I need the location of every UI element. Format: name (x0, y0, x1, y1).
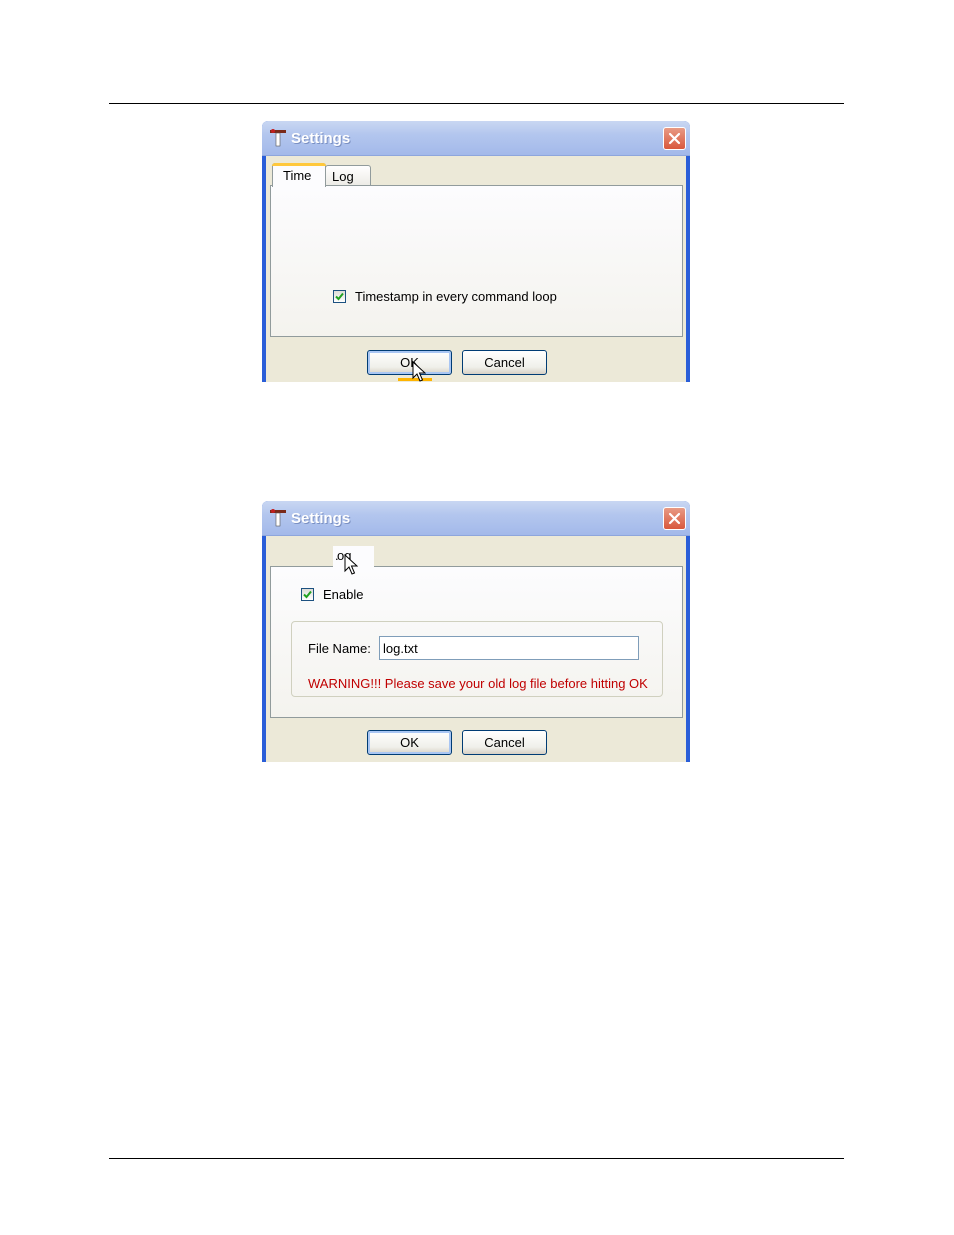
window-title: Settings (291, 510, 351, 527)
file-name-input[interactable] (379, 636, 639, 660)
tab-time[interactable]: Time (272, 163, 326, 187)
close-button[interactable] (663, 507, 686, 530)
window-title: Settings (291, 130, 351, 147)
tab-time-label: Time (283, 168, 312, 183)
tab-log-label: Log (332, 169, 354, 184)
tab-log[interactable]: Log (325, 165, 371, 186)
enable-checkbox-label: Enable (323, 587, 364, 602)
page-top-rule (109, 103, 844, 104)
ok-button[interactable]: OK (367, 350, 452, 375)
timestamp-checkbox-label: Timestamp in every command loop (355, 289, 557, 304)
timestamp-checkbox[interactable] (333, 290, 346, 303)
file-settings-group: File Name: WARNING!!! Please save your o… (291, 621, 663, 697)
dialog-client-area: . og Enable File Name: WARNING!!! Please… (266, 536, 686, 762)
ok-button[interactable]: OK (367, 730, 452, 755)
page-bottom-rule (109, 1158, 844, 1159)
mouse-cursor-icon (344, 554, 358, 575)
file-name-label: File Name: (308, 641, 371, 656)
app-icon (270, 129, 286, 147)
settings-dialog-time: Settings Time Log Timestamp in every com… (262, 121, 690, 382)
close-icon (668, 132, 681, 145)
tab-panel-log: Enable File Name: WARNING!!! Please save… (270, 566, 683, 718)
tab-panel-time: Timestamp in every command loop (270, 185, 683, 337)
app-icon (270, 509, 286, 527)
title-bar[interactable]: Settings (262, 501, 690, 536)
close-icon (668, 512, 681, 525)
overwrite-warning: WARNING!!! Please save your old log file… (308, 676, 648, 691)
settings-dialog-log: Settings . og Enable File Name: log.txt … (262, 501, 690, 762)
checkmark-icon (335, 292, 344, 301)
cancel-button[interactable]: Cancel (462, 730, 547, 755)
title-bar[interactable]: Settings (262, 121, 690, 156)
close-button[interactable] (663, 127, 686, 150)
enable-checkbox[interactable] (301, 588, 314, 601)
mouse-cursor-icon (412, 361, 426, 382)
cancel-button[interactable]: Cancel (462, 350, 547, 375)
checkmark-icon (303, 590, 312, 599)
dialog-client-area: Time Log Timestamp in every command loop… (266, 156, 686, 382)
